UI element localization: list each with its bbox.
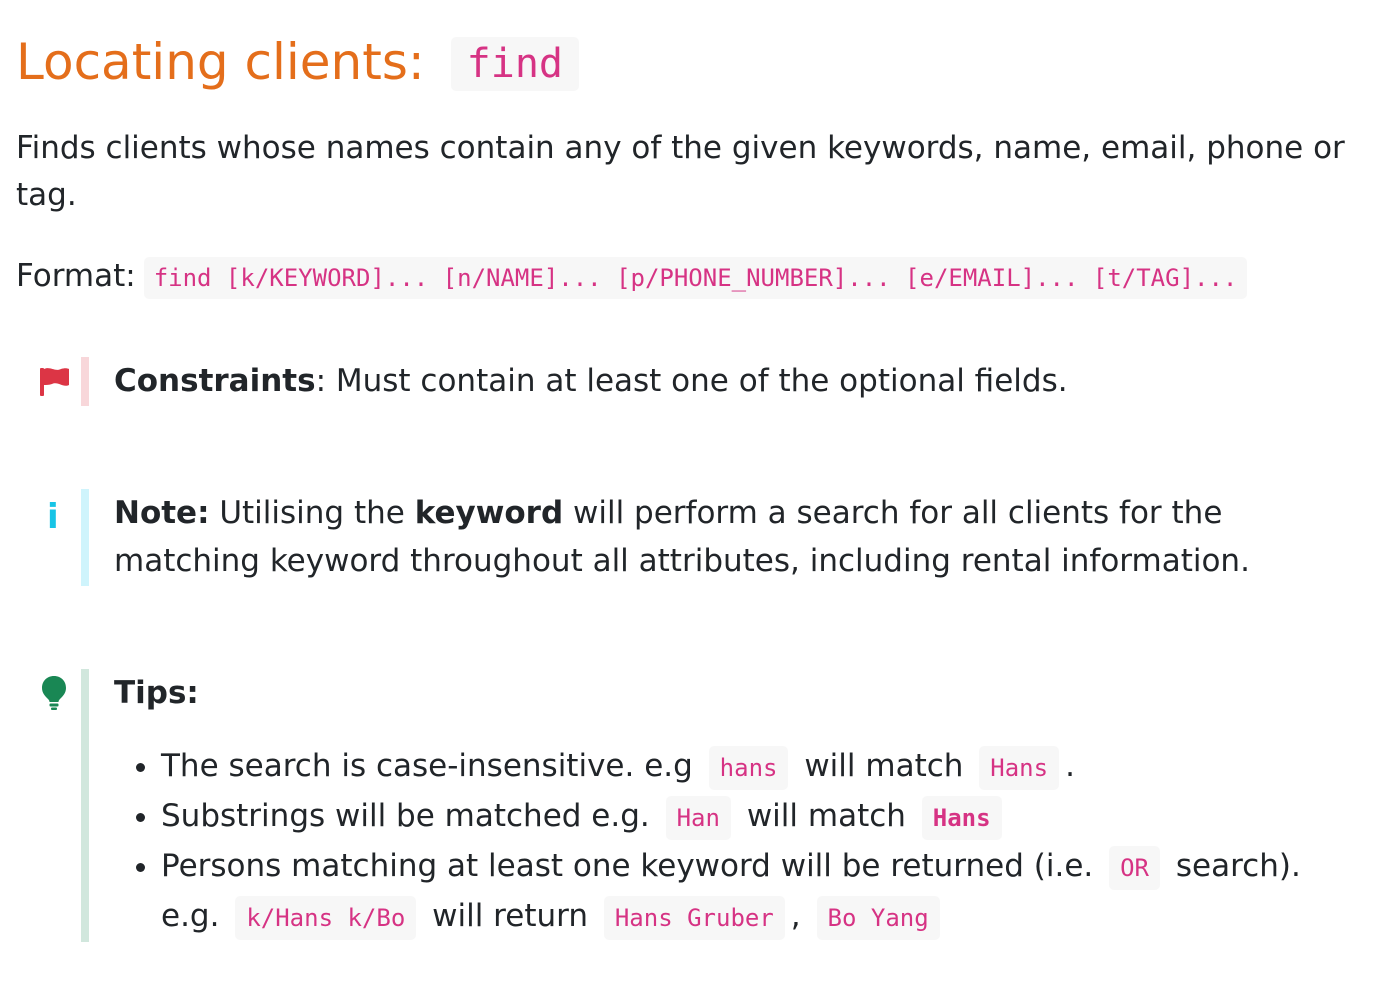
tips-list: The search is case-insensitive. e.g hans… <box>89 742 1359 942</box>
flag-icon <box>39 367 71 401</box>
tips-heading: Tips: <box>114 669 1359 717</box>
command-description: Finds clients whose names contain any of… <box>16 130 1345 213</box>
note-keyword: keyword <box>414 495 564 531</box>
format-line: Format: find [k/KEYWORD]... [n/NAME]... [… <box>16 253 1248 302</box>
format-code: find [k/KEYWORD]... [n/NAME]... [p/PHONE… <box>143 257 1248 299</box>
constraint-label: Constraints <box>114 363 316 399</box>
tips-label: Tips: <box>114 675 199 711</box>
tip-code: k/Hans k/Bo <box>235 896 417 940</box>
tip-text: will return <box>432 898 588 934</box>
note-label: Note: <box>114 495 210 531</box>
note-text-before: Utilising the <box>209 495 415 531</box>
tip-code: Hans <box>921 796 1002 840</box>
list-item: The search is case-insensitive. e.g hans… <box>161 742 1359 792</box>
tip-code: Han <box>665 796 731 840</box>
tip-text: The search is case-insensitive. e.g <box>161 748 693 784</box>
format-label: Format: <box>16 258 136 294</box>
tips-callout: Tips: The search is case-insensitive. e.… <box>42 669 1359 942</box>
tip-code: Hans Gruber <box>603 896 785 940</box>
list-item: Persons matching at least one keyword wi… <box>161 842 1359 942</box>
tip-code: Bo Yang <box>816 896 940 940</box>
note-text: Note: Utilising the keyword will perform… <box>114 489 1359 585</box>
info-icon: i <box>47 497 59 537</box>
page-title: Locating clients: find <box>16 28 579 98</box>
list-item: Substrings will be matched e.g. Han will… <box>161 792 1359 842</box>
lightbulb-icon <box>41 675 67 715</box>
tip-text: Substrings will be matched e.g. <box>161 798 650 834</box>
note-callout: i Note: Utilising the keyword will perfo… <box>47 489 1359 586</box>
tip-code: Hans <box>979 746 1060 790</box>
constraint-callout: Constraints: Must contain at least one o… <box>40 357 1359 406</box>
page-title-text: Locating clients: <box>16 33 425 91</box>
tip-text: will match <box>746 798 906 834</box>
tip-text: . <box>1065 748 1075 784</box>
tip-text: will match <box>804 748 964 784</box>
tip-code: OR <box>1109 846 1161 890</box>
tip-text: , <box>790 898 801 934</box>
tip-code: hans <box>708 746 789 790</box>
command-code: find <box>450 37 579 91</box>
constraint-body: : Must contain at least one of the optio… <box>315 363 1068 399</box>
constraint-text: Constraints: Must contain at least one o… <box>114 357 1359 405</box>
tip-text: Persons matching at least one keyword wi… <box>161 848 1094 884</box>
